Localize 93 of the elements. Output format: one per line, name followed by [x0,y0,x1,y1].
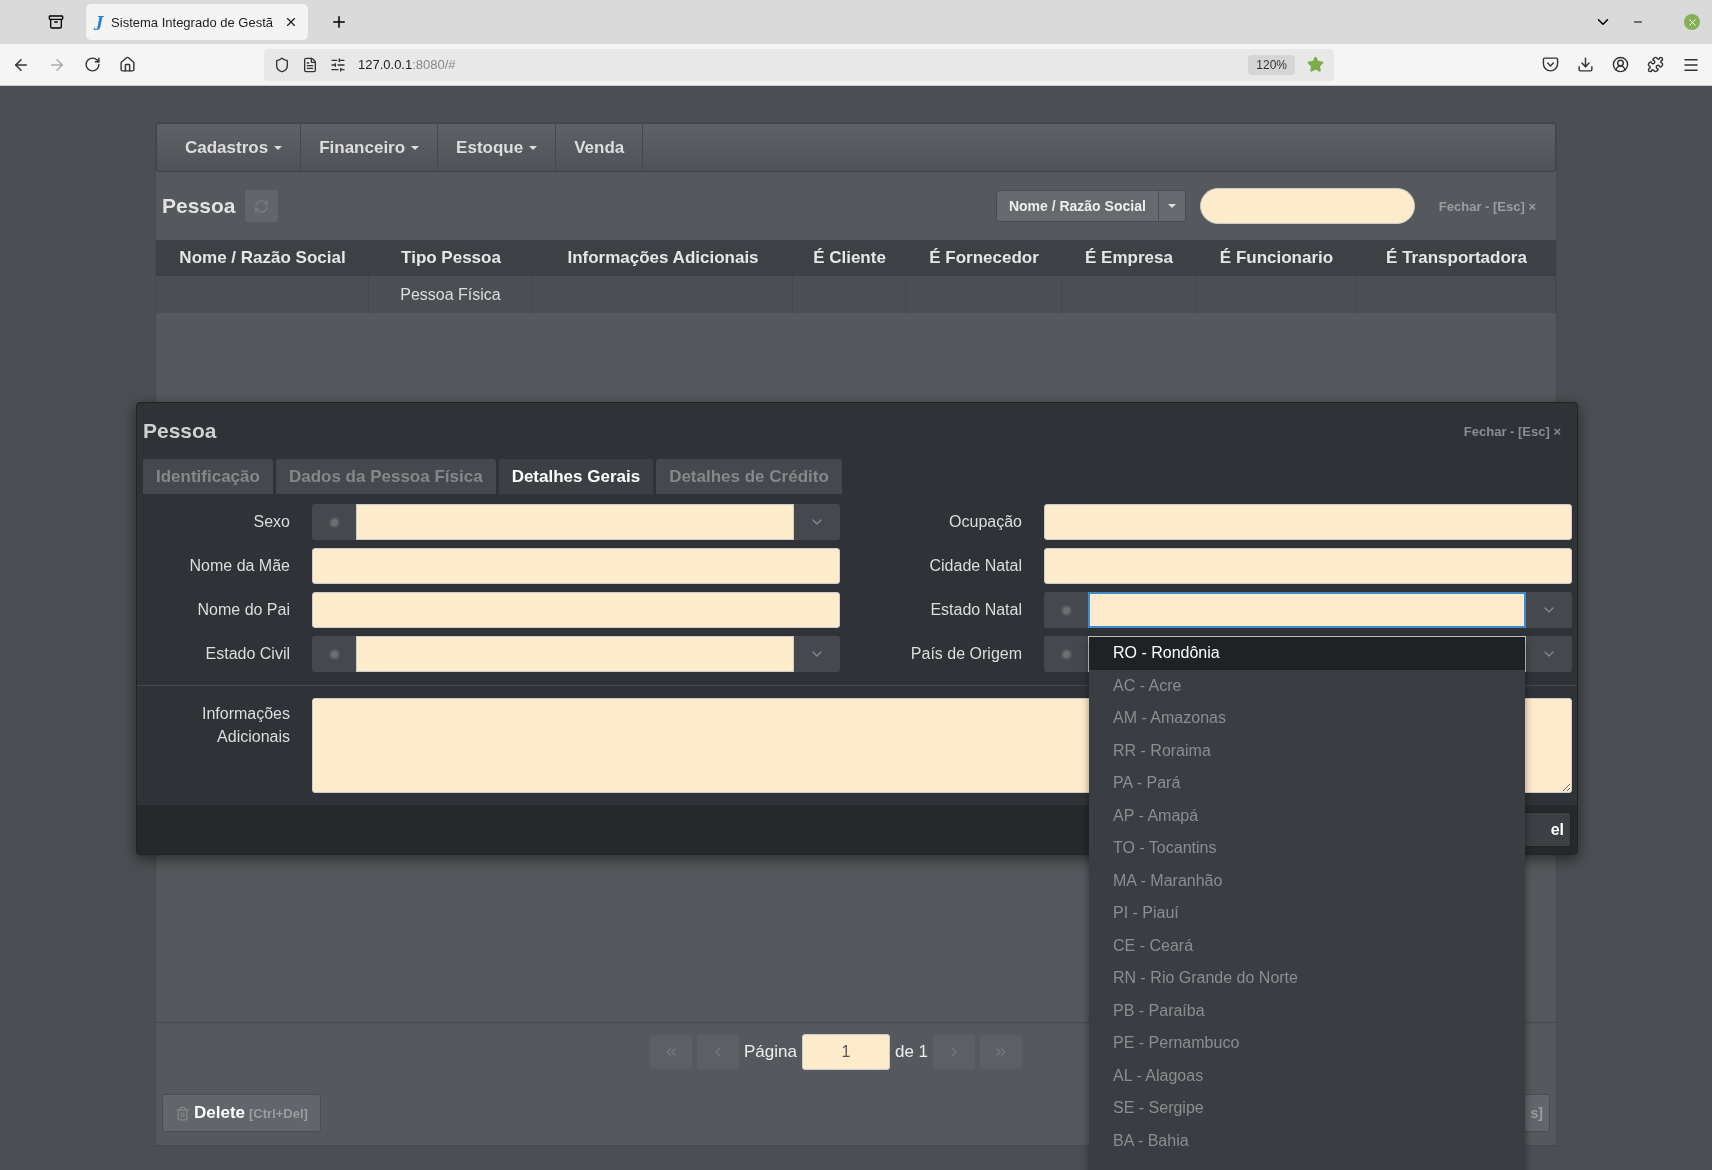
dropdown-option[interactable]: MA - Maranhão [1089,864,1525,897]
table-cell: Pessoa Física [369,276,533,313]
field-label: Cidade Natal [928,556,1023,576]
shield-icon [274,56,290,73]
dropdown-option[interactable]: RR - Roraima [1089,734,1525,767]
search-field[interactable] [1199,188,1415,224]
nav-menu-item[interactable]: Cadastros [167,124,302,171]
caret-icon [1167,204,1176,208]
tab[interactable]: Detalhes de Crédito [656,459,842,494]
page-count: de 1 [894,1042,928,1062]
select-field[interactable] [356,504,794,540]
field-label: Sexo [252,512,291,532]
extensions-icon[interactable] [1647,56,1664,73]
column-header: É Transportadora [1357,240,1556,276]
close-icon[interactable] [284,15,298,29]
column-header: É Fornecedor [906,240,1062,276]
bookmark-star-icon[interactable] [1307,56,1324,73]
download-icon[interactable] [1577,56,1594,73]
dropdown-option[interactable]: RO - Rondônia [1089,637,1525,670]
url-path: :8080/# [412,57,456,72]
field-label: Informações Adicionais [200,704,291,747]
close-window-button[interactable] [1684,14,1700,30]
column-header: Nome / Razão Social [156,240,369,276]
page-title: Pessoa [162,194,236,218]
nav-menu-item[interactable]: Financeiro [301,124,439,171]
dropdown-option[interactable]: PB - Paraíba [1089,994,1525,1027]
home-icon[interactable] [119,56,136,73]
dropdown-option[interactable]: PE - Pernambuco [1089,1027,1525,1060]
permissions-icon [330,56,346,73]
column-header: Tipo Pessoa [369,240,533,276]
circle-icon [328,516,340,528]
input-field[interactable] [1044,504,1572,540]
refresh-button[interactable] [243,189,279,223]
nav-menu-item[interactable]: Estoque [438,124,557,171]
select-field[interactable] [356,636,794,672]
new-tab-icon[interactable] [330,13,348,31]
close-link[interactable]: Fechar - [Esc] × [1438,198,1536,214]
field-label: Estado Natal [929,600,1023,620]
close-link[interactable]: Fechar - [Esc] × [1463,423,1561,439]
field-label: Nome da Mãe [188,556,291,576]
field-label: País de Origem [909,644,1023,664]
tab[interactable]: Detalhes Gerais [498,459,654,494]
url-host: 127.0.0.1 [358,57,413,72]
pocket-icon[interactable] [1542,56,1559,73]
refresh-icon [253,198,269,214]
tab-title: Sistema Integrado de Gestã [111,14,274,30]
dropdown-option[interactable]: RN - Rio Grande do Norte [1089,962,1525,995]
circle-icon [328,648,340,660]
dropdown-option[interactable]: CE - Ceará [1089,929,1525,962]
clear-button[interactable] [312,636,356,672]
account-icon[interactable] [1612,56,1629,73]
input-field[interactable] [312,592,840,628]
column-header: Informações Adicionais [533,240,793,276]
dialog-title: Pessoa [143,419,217,443]
dropdown-option[interactable]: SE - Sergipe [1089,1092,1525,1125]
clear-button[interactable] [1044,636,1088,672]
circle-icon [1060,648,1072,660]
filter-dropdown[interactable]: Nome / Razão Social [995,190,1186,222]
select-field[interactable] [1088,592,1526,628]
field-label: Estado Civil [204,644,291,664]
delete-button[interactable]: Delete [Ctrl+Del] [162,1094,321,1132]
field-label: Nome do Pai [196,600,291,620]
page-icon [302,56,318,73]
column-header: É Funcionario [1196,240,1357,276]
dropdown-option[interactable]: AC - Acre [1089,669,1525,702]
tab-list-icon[interactable] [48,14,64,30]
trash-icon [175,1105,190,1121]
tab[interactable]: Identificação [143,459,273,494]
address-bar[interactable]: 127.0.0.1:8080/# 120% [264,48,1334,81]
dropdown-button[interactable] [1526,636,1572,672]
first-page-button[interactable] [650,1035,692,1069]
tab[interactable]: Dados da Pessoa Física [275,459,496,494]
dropdown-option[interactable]: AM - Amazonas [1089,702,1525,735]
clear-button[interactable] [312,504,356,540]
column-header: É Cliente [793,240,906,276]
last-page-button[interactable] [980,1035,1022,1069]
field-label: Ocupação [948,512,1023,532]
page-input[interactable]: 1 [801,1034,890,1070]
dropdown-option[interactable]: PA - Pará [1089,767,1525,800]
dropdown-option[interactable]: AL - Alagoas [1089,1059,1525,1092]
dropdown-option[interactable]: BA - Bahia [1089,1124,1525,1157]
input-field[interactable] [312,548,840,584]
column-header: É Empresa [1062,240,1196,276]
zoom-level[interactable]: 120% [1248,54,1295,75]
dropdown-option[interactable]: PI - Piauí [1089,897,1525,930]
browser-tab[interactable]: J Sistema Integrado de Gestã [86,4,308,40]
input-field[interactable] [1044,548,1572,584]
circle-icon [1060,604,1072,616]
clear-button[interactable] [1044,592,1088,628]
nav-menu-item[interactable]: Venda [556,124,644,171]
reload-icon[interactable] [84,56,101,73]
close-icon [1686,16,1698,28]
page-label: Página [744,1042,797,1062]
